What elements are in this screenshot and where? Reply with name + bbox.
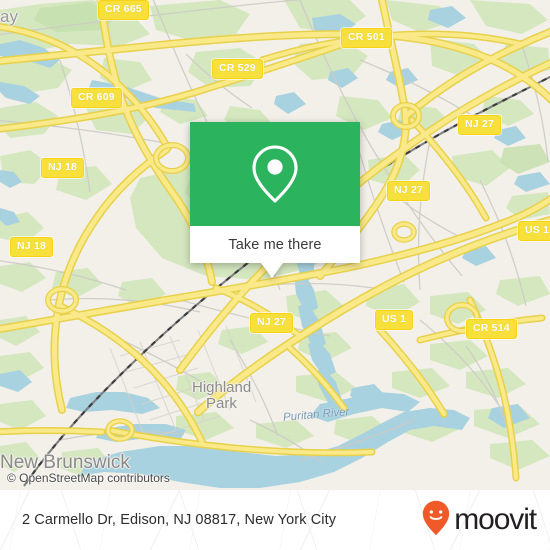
popup-action-row[interactable]: Take me there bbox=[190, 226, 360, 263]
road-shield: NJ 27 bbox=[387, 181, 431, 201]
place-label: Park bbox=[206, 395, 237, 412]
map-screenshot: CR 665 CR 501 CR 529 CR 609 NJ 27 NJ 18 … bbox=[0, 0, 550, 550]
map-pin-icon bbox=[249, 143, 301, 205]
road-shield: US 1 bbox=[518, 221, 550, 241]
bottom-info-bar: 2 Carmello Dr, Edison, NJ 08817, New Yor… bbox=[0, 490, 550, 550]
place-label: New Brunswick bbox=[0, 452, 130, 473]
map-canvas[interactable]: CR 665 CR 501 CR 529 CR 609 NJ 27 NJ 18 … bbox=[0, 0, 550, 490]
map-attribution[interactable]: © OpenStreetMap contributors bbox=[7, 471, 170, 485]
road-shield: NJ 18 bbox=[10, 237, 54, 257]
take-me-there-label: Take me there bbox=[228, 236, 322, 253]
road-shield: NJ 18 bbox=[41, 158, 85, 178]
place-label: Highland bbox=[192, 379, 252, 396]
road-shield: US 1 bbox=[375, 310, 414, 330]
road-shield: CR 609 bbox=[71, 88, 122, 108]
location-popup-card[interactable]: Take me there bbox=[190, 122, 360, 278]
road-shield: CR 665 bbox=[98, 0, 149, 20]
popup-header bbox=[190, 122, 360, 226]
place-label: ay bbox=[0, 7, 18, 26]
popup-tail bbox=[261, 263, 283, 278]
road-shield: CR 501 bbox=[341, 28, 392, 48]
road-shield: CR 529 bbox=[212, 59, 263, 79]
road-shield: NJ 27 bbox=[458, 115, 502, 135]
address-text: 2 Carmello Dr, Edison, NJ 08817, New Yor… bbox=[22, 512, 337, 528]
road-shield: NJ 27 bbox=[250, 313, 294, 333]
moovit-brand[interactable]: moovit bbox=[422, 500, 537, 541]
moovit-smiley-pin-icon bbox=[422, 500, 450, 541]
moovit-wordmark: moovit bbox=[454, 503, 537, 536]
road-shield: CR 514 bbox=[466, 319, 517, 339]
